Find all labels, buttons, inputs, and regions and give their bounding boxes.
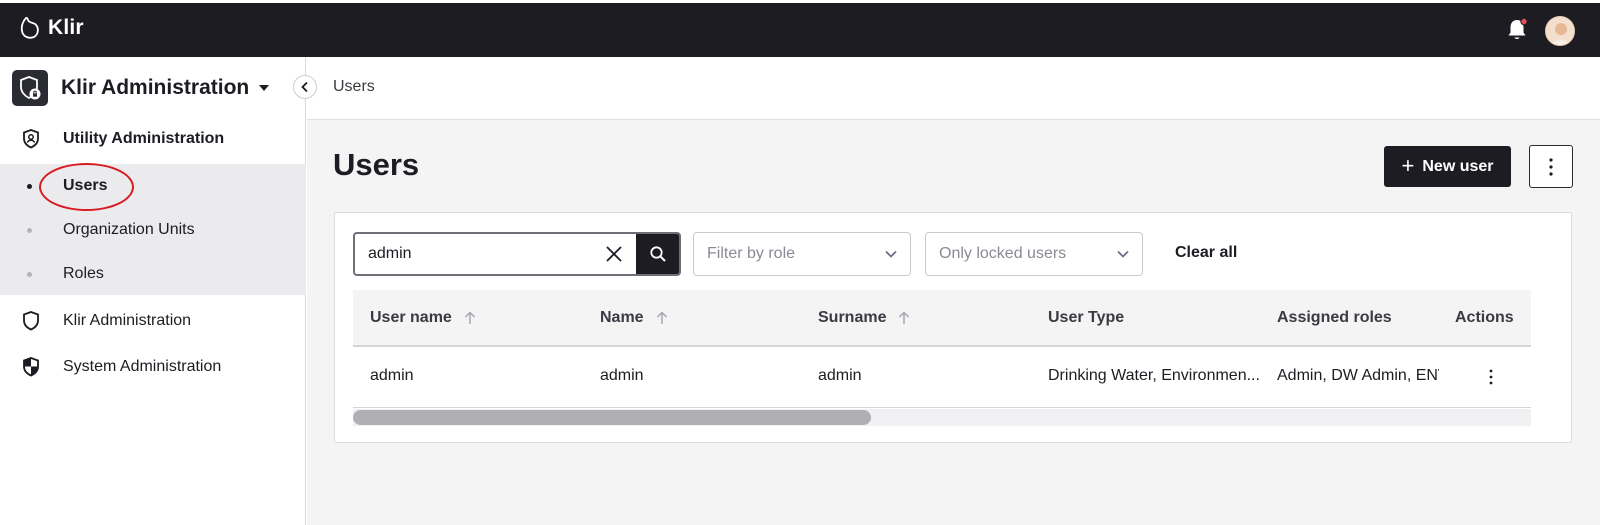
sidebar-group-label: System Administration	[63, 358, 222, 375]
cell-user-type: Drinking Water, Environmen...	[1048, 367, 1260, 384]
column-header-user-type: User Type	[1048, 309, 1124, 327]
shield-icon	[23, 129, 39, 149]
column-header-assigned-roles: Assigned roles	[1277, 309, 1392, 327]
sidebar-group-label: Utility Administration	[63, 130, 225, 147]
breadcrumb-current[interactable]: Users	[333, 78, 375, 96]
sidebar-item-label: Organization Units	[63, 221, 195, 238]
sort-arrow-up-icon[interactable]	[656, 311, 668, 325]
clear-search-icon[interactable]	[604, 244, 624, 264]
column-header-surname[interactable]: Surname	[818, 309, 910, 327]
chevron-down-icon	[1117, 250, 1129, 258]
top-bar: Klir	[0, 0, 1600, 57]
app-name: Klir	[48, 16, 84, 39]
clear-all-button[interactable]: Clear all	[1175, 244, 1237, 262]
caret-down-icon	[259, 85, 270, 91]
cell-user-name: admin	[370, 367, 414, 384]
admin-switcher[interactable]: Klir Administration	[12, 70, 270, 106]
role-filter-select[interactable]: Filter by role	[693, 232, 911, 276]
notification-bell-icon[interactable]	[1505, 17, 1529, 43]
cell-name: admin	[600, 367, 644, 384]
new-user-label: New user	[1422, 157, 1494, 175]
sidebar-group-klir-administration[interactable]: Klir Administration	[0, 301, 306, 341]
shield-outline-icon	[23, 311, 39, 331]
cell-assigned-roles: Admin, DW Admin, ENV	[1277, 367, 1439, 384]
sort-arrow-up-icon[interactable]	[464, 311, 476, 325]
search-field[interactable]: admin	[353, 232, 681, 276]
row-actions-button[interactable]	[1483, 365, 1499, 389]
search-button[interactable]	[636, 234, 679, 274]
table-header: User name Name Surname User Type Assigne…	[353, 290, 1531, 347]
column-header-user-name[interactable]: User name	[370, 309, 476, 327]
sidebar-group-utility-administration[interactable]: Utility Administration	[0, 119, 306, 159]
main-content: Users Users + New user admin Filter by r…	[307, 57, 1600, 525]
scrollbar-thumb[interactable]	[353, 410, 872, 425]
page-title: Users	[333, 147, 420, 182]
sidebar: Klir Administration Utility Administrati…	[0, 57, 306, 525]
klir-logo-icon	[20, 16, 39, 39]
sidebar-item-label: Roles	[63, 265, 104, 282]
cell-surname: admin	[818, 367, 862, 384]
avatar-image	[1546, 17, 1574, 45]
bullet-icon	[27, 271, 32, 277]
bullet-icon	[27, 227, 32, 233]
horizontal-scrollbar[interactable]	[353, 409, 1531, 426]
kebab-menu-icon	[1489, 369, 1493, 385]
shield-half-icon	[23, 357, 39, 377]
column-header-label: User name	[370, 309, 452, 326]
plus-icon: +	[1401, 152, 1415, 178]
sidebar-item-organization-units[interactable]: Organization Units	[0, 208, 306, 252]
column-header-label: Assigned roles	[1277, 309, 1392, 326]
collapse-sidebar-button[interactable]	[293, 75, 317, 99]
column-header-label: Name	[600, 309, 644, 326]
column-header-name[interactable]: Name	[600, 309, 668, 327]
more-options-button[interactable]	[1529, 145, 1573, 188]
chevron-down-icon	[885, 250, 897, 258]
chevron-left-icon	[301, 81, 308, 93]
user-avatar[interactable]	[1545, 16, 1575, 46]
search-icon	[649, 246, 666, 262]
breadcrumb: Users	[307, 57, 1600, 120]
annotation-circle	[39, 163, 134, 211]
locked-filter-placeholder: Only locked users	[939, 245, 1067, 262]
sidebar-group-label: Klir Administration	[63, 312, 192, 329]
users-card: admin Filter by role Only locked users C…	[334, 212, 1572, 443]
sidebar-group-system-administration[interactable]: System Administration	[0, 347, 306, 387]
locked-users-filter-select[interactable]: Only locked users	[925, 232, 1143, 276]
sidebar-item-roles[interactable]: Roles	[0, 252, 306, 296]
column-header-label: User Type	[1048, 309, 1125, 326]
search-input[interactable]: admin	[368, 245, 412, 263]
column-header-label: Actions	[1455, 309, 1514, 326]
kebab-menu-icon	[1549, 157, 1553, 176]
sort-arrow-up-icon[interactable]	[898, 311, 910, 325]
brand[interactable]: Klir	[20, 15, 84, 41]
bullet-icon	[27, 183, 32, 189]
table-row[interactable]: admin admin admin Drinking Water, Enviro…	[353, 347, 1531, 408]
column-header-actions: Actions	[1455, 309, 1514, 327]
new-user-button[interactable]: + New user	[1384, 146, 1511, 187]
column-header-label: Surname	[818, 309, 887, 326]
admin-title: Klir Administration	[61, 76, 250, 99]
admin-shield-logo-icon	[12, 70, 48, 106]
role-filter-placeholder: Filter by role	[707, 245, 796, 262]
